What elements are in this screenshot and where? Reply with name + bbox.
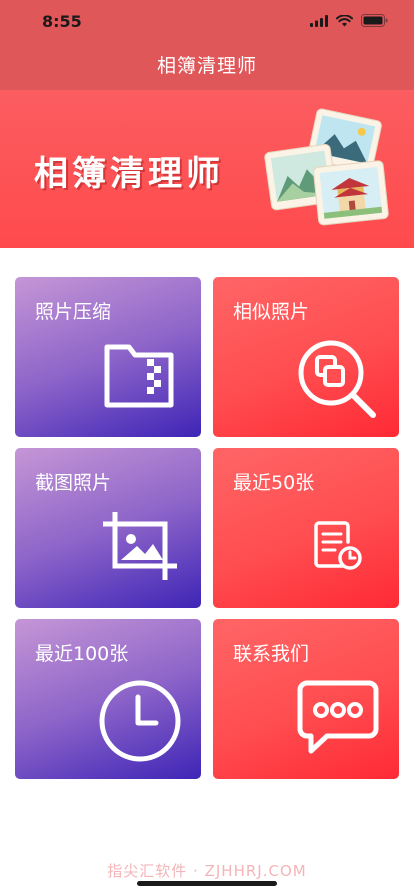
card-label: 最近50张 bbox=[233, 472, 315, 494]
clock-icon bbox=[99, 680, 181, 762]
navigation-bar: 相簿清理师 bbox=[0, 44, 414, 90]
feature-grid: 照片压缩 相似照片 截图照片 最近50张 最近100张 联系我们 bbox=[15, 277, 399, 779]
wifi-icon bbox=[336, 14, 353, 26]
battery-icon bbox=[361, 14, 388, 27]
card-label: 照片压缩 bbox=[35, 301, 112, 323]
similar-search-icon bbox=[298, 340, 376, 418]
card-photo-compress[interactable]: 照片压缩 bbox=[15, 277, 201, 437]
card-label: 联系我们 bbox=[233, 643, 310, 665]
card-label: 相似照片 bbox=[233, 301, 310, 323]
recent-document-icon bbox=[314, 521, 362, 570]
card-contact-us[interactable]: 联系我们 bbox=[213, 619, 399, 779]
crop-image-icon bbox=[103, 512, 177, 580]
card-recent-50[interactable]: 最近50张 bbox=[213, 448, 399, 608]
home-indicator[interactable] bbox=[137, 881, 277, 886]
card-similar-photos[interactable]: 相似照片 bbox=[213, 277, 399, 437]
banner: 相簿清理师 bbox=[0, 90, 414, 248]
page-title: 相簿清理师 bbox=[156, 55, 257, 77]
status-bar: 8:55 bbox=[0, 0, 414, 44]
banner-title: 相簿清理师 bbox=[34, 154, 224, 194]
card-recent-100[interactable]: 最近100张 bbox=[15, 619, 201, 779]
card-screenshot-photos[interactable]: 截图照片 bbox=[15, 448, 201, 608]
chat-bubble-icon bbox=[297, 680, 379, 754]
card-label: 截图照片 bbox=[35, 472, 112, 494]
card-label: 最近100张 bbox=[35, 643, 129, 665]
status-icons bbox=[310, 14, 388, 27]
zip-folder-icon bbox=[104, 344, 174, 408]
photo-stack-illustration bbox=[264, 108, 389, 226]
status-time: 8:55 bbox=[42, 12, 82, 31]
watermark: 指尖汇软件 · ZJHHRJ.COM bbox=[107, 862, 307, 880]
signal-icon bbox=[310, 14, 328, 27]
